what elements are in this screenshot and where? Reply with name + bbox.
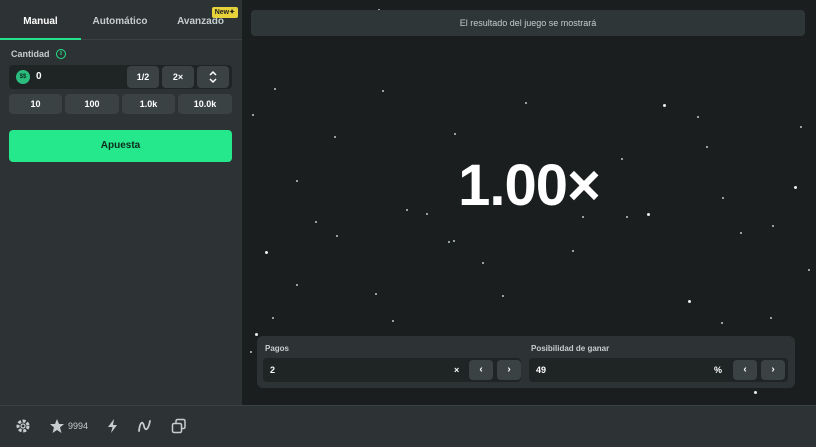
tab-advanced[interactable]: Avanzado: [159, 0, 242, 40]
star-dot: [772, 225, 774, 227]
star-dot: [265, 251, 268, 254]
star-dot: [454, 133, 456, 135]
win-chance-suffix: %: [714, 365, 723, 375]
star-dot: [255, 333, 258, 336]
half-button[interactable]: 1/2: [127, 66, 159, 88]
multiplier-display: 1.00×: [458, 153, 601, 218]
star-dot: [697, 116, 699, 118]
payout-decrease-button[interactable]: ‹: [469, 360, 493, 380]
preset-1k-button[interactable]: 1.0k: [122, 94, 175, 114]
footer-toolbar: 9994: [0, 405, 816, 447]
win-chance-field[interactable]: 49 % ‹ ›: [529, 358, 788, 382]
star-dot: [334, 136, 336, 138]
star-dot: [482, 262, 484, 264]
star-dot: [252, 114, 254, 116]
payout-field[interactable]: 2 × ‹ ›: [263, 358, 521, 382]
star-dot: [688, 300, 691, 303]
star-dot: [706, 146, 708, 148]
tab-manual[interactable]: Manual: [0, 0, 81, 40]
star-dot: [808, 269, 810, 271]
coin-icon: $$: [16, 70, 30, 84]
star-dot: [272, 317, 274, 319]
result-banner: El resultado del juego se mostrará: [251, 10, 805, 36]
win-chance-increase-button[interactable]: ›: [761, 360, 785, 380]
preset-10k-button[interactable]: 10.0k: [178, 94, 232, 114]
preset-100-button[interactable]: 100: [65, 94, 119, 114]
mode-tabs: Manual Automático Avanzado New✦: [0, 0, 242, 40]
win-chance-input[interactable]: 49: [536, 365, 546, 375]
new-badge: New✦: [211, 7, 238, 18]
bet-panel: Manual Automático Avanzado New✦ Cantidad…: [0, 0, 242, 405]
chevron-right-icon: ›: [771, 364, 775, 375]
star-dot: [572, 250, 574, 252]
star-dot: [502, 295, 504, 297]
win-chance-label: Posibilidad de ganar: [531, 344, 610, 353]
star-icon[interactable]: [49, 418, 65, 434]
amount-label: Cantidad: [11, 49, 50, 59]
star-dot: [375, 293, 377, 295]
payout-suffix: ×: [454, 365, 460, 375]
star-dot: [315, 221, 317, 223]
chevron-left-icon: ‹: [479, 364, 483, 375]
star-dot: [274, 88, 276, 90]
game-area: El resultado del juego se mostrará 1.00×…: [242, 0, 816, 405]
star-dot: [453, 240, 455, 242]
star-dot: [770, 317, 772, 319]
chevron-right-icon: ›: [507, 364, 511, 375]
star-dot: [250, 351, 252, 353]
star-dot: [448, 241, 450, 243]
star-dot: [754, 391, 757, 394]
app: Manual Automático Avanzado New✦ Cantidad…: [0, 0, 816, 447]
payout-increase-button[interactable]: ›: [497, 360, 521, 380]
amount-input[interactable]: 0: [36, 71, 42, 82]
game-settings-panel: Pagos 2 × ‹ › Posibilidad de ganar 49 % …: [257, 336, 795, 388]
star-dot: [721, 322, 723, 324]
chevron-up-down-icon[interactable]: [197, 66, 229, 88]
settings-icon[interactable]: [15, 418, 31, 434]
chevron-left-icon: ‹: [743, 364, 747, 375]
double-button[interactable]: 2×: [162, 66, 194, 88]
star-dot: [663, 104, 666, 107]
lightning-icon[interactable]: [105, 418, 121, 434]
star-dot: [525, 102, 527, 104]
layers-icon[interactable]: [171, 418, 187, 434]
star-dot: [800, 126, 802, 128]
payout-input[interactable]: 2: [270, 365, 275, 375]
info-icon[interactable]: i: [56, 49, 66, 59]
tab-automatic[interactable]: Automático: [81, 0, 159, 40]
star-dot: [296, 284, 298, 286]
curve-icon[interactable]: [137, 418, 153, 434]
bet-button[interactable]: Apuesta: [9, 130, 232, 162]
payout-label: Pagos: [265, 344, 290, 353]
preset-10-button[interactable]: 10: [9, 94, 62, 114]
star-dot: [336, 235, 338, 237]
star-count: 9994: [68, 421, 89, 431]
star-dot: [740, 232, 742, 234]
star-dot: [382, 90, 384, 92]
new-badge-label: New: [214, 9, 230, 16]
star-dot: [392, 320, 394, 322]
win-chance-decrease-button[interactable]: ‹: [733, 360, 757, 380]
